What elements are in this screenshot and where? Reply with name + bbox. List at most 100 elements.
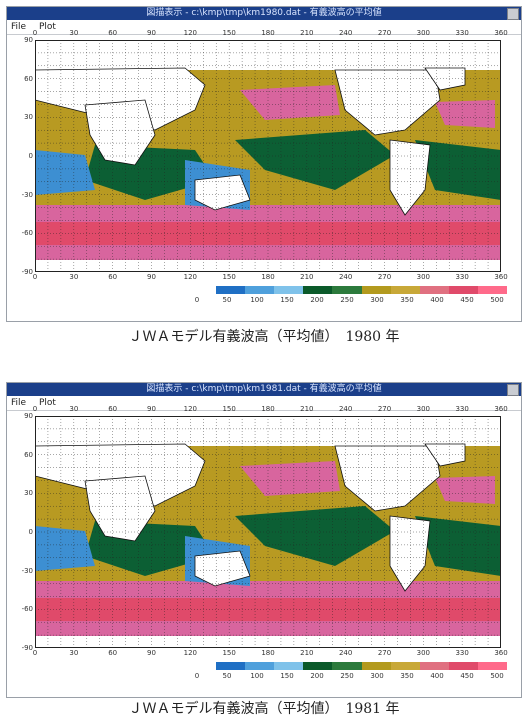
legend-tick-label: 0 — [194, 296, 200, 304]
longitude-label: 0 — [32, 29, 38, 37]
wave-height-map — [35, 40, 501, 272]
legend-tick-label: 450 — [460, 296, 474, 304]
latitude-label: -60 — [21, 605, 33, 614]
color-legend: 0 50 100 150 200 250 300 350 400 450 500 — [187, 662, 508, 692]
longitude-label: 330 — [455, 29, 469, 37]
longitude-label: 360 — [494, 405, 508, 413]
legend-swatch — [245, 286, 275, 294]
longitude-label: 60 — [108, 273, 118, 281]
longitude-label: 270 — [377, 29, 392, 37]
longitude-label: 30 — [69, 649, 79, 657]
legend-swatch — [332, 286, 362, 294]
plot-window: 図描表示 - c:\kmp\tmp\km1981.dat - 有義波高の平均値 … — [6, 382, 522, 698]
menu-file[interactable]: File — [11, 398, 26, 408]
legend-swatch — [303, 286, 333, 294]
latitude-label: 60 — [24, 450, 33, 459]
latitude-label: 90 — [24, 412, 33, 420]
figure-caption: ＪＷＡモデル有義波高（平均値） 1980 年 — [128, 329, 400, 345]
longitude-bottom-labels: 0 30 60 90 120 150 180 210 240 270 300 330 360 — [32, 273, 508, 283]
legend-tick-label: 200 — [310, 672, 324, 680]
longitude-label: 270 — [377, 405, 392, 413]
longitude-label: 150 — [222, 29, 236, 37]
latitude-label: 90 — [24, 36, 33, 44]
plot-window: 図描表示 - c:\kmp\tmp\km1980.dat - 有義波高の平均値 … — [6, 6, 522, 322]
longitude-top-labels: 0 30 60 90 120 150 180 210 240 270 300 330 360 — [32, 29, 508, 39]
longitude-label: 90 — [147, 649, 156, 657]
window-title-bar: 図描表示 - c:\kmp\tmp\km1980.dat - 有義波高の平均値 — [7, 7, 521, 20]
longitude-label: 210 — [300, 29, 314, 37]
longitude-label: 180 — [261, 649, 275, 657]
longitude-label: 300 — [416, 405, 431, 413]
longitude-label: 300 — [416, 29, 431, 37]
longitude-top-labels: 0 30 60 90 120 150 180 210 240 270 300 330 360 — [32, 405, 508, 415]
longitude-label: 0 — [32, 405, 38, 413]
menu-file[interactable]: File — [11, 22, 26, 32]
legend-color-bar — [187, 662, 508, 670]
longitude-label: 60 — [108, 29, 118, 37]
legend-tick-label: 300 — [370, 672, 384, 680]
latitude-label: 0 — [28, 152, 33, 160]
latitude-label: 30 — [24, 113, 33, 122]
longitude-label: 330 — [455, 273, 469, 281]
latitude-label: -30 — [21, 190, 33, 199]
longitude-label: 150 — [222, 273, 236, 281]
longitude-label: 240 — [338, 29, 353, 37]
longitude-label: 60 — [108, 649, 118, 657]
legend-color-bar — [187, 286, 508, 294]
legend-ticks: 0 50 100 150 200 250 300 350 400 450 500 — [187, 296, 507, 306]
legend-swatch — [419, 662, 449, 670]
legend-tick-label: 100 — [250, 672, 264, 680]
longitude-label: 120 — [183, 273, 198, 281]
window-control-button[interactable] — [507, 384, 519, 396]
legend-tick-label: 200 — [310, 296, 324, 304]
legend-tick-label: 150 — [280, 672, 294, 680]
longitude-label: 360 — [494, 273, 508, 281]
longitude-label: 270 — [377, 273, 392, 281]
legend-swatch — [448, 286, 478, 294]
longitude-label: 90 — [147, 29, 156, 37]
window-title-bar: 図描表示 - c:\kmp\tmp\km1981.dat - 有義波高の平均値 — [7, 383, 521, 396]
legend-swatch — [361, 286, 391, 294]
legend-tick-label: 400 — [430, 296, 444, 304]
latitude-label: -60 — [21, 229, 33, 238]
longitude-label: 300 — [416, 273, 431, 281]
legend-swatch — [390, 286, 420, 294]
longitude-label: 360 — [494, 649, 508, 657]
window-title: 図描表示 - c:\kmp\tmp\km1981.dat - 有義波高の平均値 — [146, 384, 382, 394]
latitude-label: 30 — [24, 489, 33, 498]
latitude-label: 60 — [24, 74, 33, 83]
longitude-label: 90 — [147, 405, 156, 413]
longitude-label: 120 — [183, 405, 198, 413]
legend-tick-label: 250 — [340, 672, 354, 680]
legend-swatch — [245, 662, 275, 670]
legend-tick-label: 500 — [490, 296, 504, 304]
longitude-label: 120 — [183, 649, 198, 657]
panel-1981: 図描表示 - c:\kmp\tmp\km1981.dat - 有義波高の平均値 … — [6, 382, 522, 717]
longitude-label: 240 — [338, 405, 353, 413]
longitude-label: 300 — [416, 649, 431, 657]
latitude-label: -90 — [21, 644, 33, 652]
legend-ticks: 0 50 100 150 200 250 300 350 400 450 500 — [187, 672, 507, 682]
legend-swatch — [187, 286, 217, 294]
longitude-label: 180 — [261, 273, 275, 281]
longitude-label: 120 — [183, 29, 198, 37]
legend-tick-label: 50 — [222, 672, 232, 680]
legend-swatch — [274, 662, 304, 670]
longitude-label: 60 — [108, 405, 118, 413]
legend-swatch — [477, 662, 508, 670]
longitude-label: 150 — [222, 405, 236, 413]
wave-height-map — [35, 416, 501, 648]
longitude-label: 330 — [455, 649, 469, 657]
longitude-label: 240 — [338, 649, 353, 657]
legend-swatch — [303, 662, 333, 670]
window-control-button[interactable] — [507, 8, 519, 20]
longitude-label: 0 — [32, 649, 38, 657]
legend-swatch — [361, 662, 391, 670]
legend-tick-label: 500 — [490, 672, 504, 680]
longitude-label: 210 — [300, 649, 314, 657]
legend-swatch — [332, 662, 362, 670]
color-legend: 0 50 100 150 200 250 300 350 400 450 500 — [187, 286, 508, 316]
legend-swatch — [216, 286, 246, 294]
longitude-label: 0 — [32, 273, 38, 281]
panel-1980: 図描表示 - c:\kmp\tmp\km1980.dat - 有義波高の平均値 … — [6, 6, 522, 345]
